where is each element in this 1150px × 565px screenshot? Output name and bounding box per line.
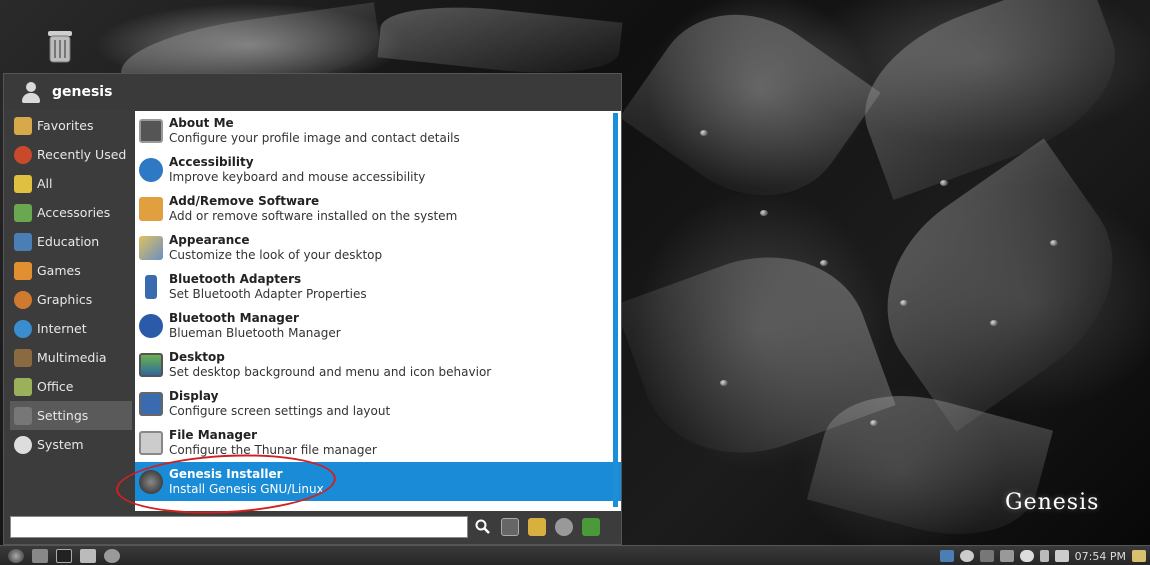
update-icon[interactable] bbox=[999, 550, 1014, 562]
app-appearance[interactable]: Appearance Customize the look of your des… bbox=[135, 228, 621, 267]
appearance-icon bbox=[139, 235, 163, 260]
category-all[interactable]: All bbox=[10, 169, 132, 198]
file-manager-icon[interactable] bbox=[32, 548, 48, 563]
gear-icon bbox=[14, 435, 32, 454]
category-recently-used[interactable]: Recently Used bbox=[10, 140, 132, 169]
category-settings[interactable]: Settings bbox=[10, 401, 132, 430]
terminal-icon[interactable] bbox=[56, 548, 72, 563]
user-card-icon bbox=[139, 118, 163, 143]
keyboard-icon[interactable] bbox=[979, 550, 994, 562]
display-icon bbox=[139, 391, 163, 416]
app-about-me[interactable]: About Me Configure your profile image and… bbox=[135, 111, 621, 150]
settings-icon bbox=[14, 406, 32, 425]
globe-icon bbox=[14, 319, 32, 338]
category-accessories[interactable]: Accessories bbox=[10, 198, 132, 227]
user-icon bbox=[20, 81, 42, 103]
accessibility-icon bbox=[139, 157, 163, 182]
volume-icon[interactable] bbox=[1054, 550, 1069, 562]
multimedia-icon bbox=[14, 348, 32, 367]
switch-user-icon[interactable] bbox=[555, 518, 573, 536]
app-accessibility[interactable]: Accessibility Improve keyboard and mouse … bbox=[135, 150, 621, 189]
application-list: About Me Configure your profile image and… bbox=[135, 111, 621, 511]
bluetooth-icon bbox=[139, 313, 163, 338]
application-menu: genesis Favorites Recently Used All Acce… bbox=[3, 73, 622, 545]
search-icon[interactable] bbox=[474, 518, 492, 536]
installer-icon bbox=[139, 469, 163, 494]
web-browser-icon[interactable] bbox=[104, 548, 120, 563]
username: genesis bbox=[52, 84, 113, 100]
games-icon bbox=[14, 261, 32, 280]
all-apps-icon bbox=[14, 174, 32, 193]
settings-manager-icon[interactable] bbox=[501, 518, 519, 536]
file-manager-icon bbox=[139, 430, 163, 455]
battery-icon[interactable] bbox=[1039, 550, 1049, 562]
app-list-scrollbar[interactable] bbox=[613, 113, 618, 507]
network-icon[interactable] bbox=[939, 550, 954, 562]
package-icon bbox=[139, 196, 163, 221]
lock-screen-icon[interactable] bbox=[528, 518, 546, 536]
app-desktop[interactable]: Desktop Set desktop background and menu a… bbox=[135, 345, 621, 384]
bluetooth-adapter-icon bbox=[145, 274, 157, 299]
graphics-icon bbox=[14, 290, 32, 309]
folder-star-icon bbox=[14, 116, 32, 135]
office-icon bbox=[14, 377, 32, 396]
search-input[interactable] bbox=[10, 516, 468, 538]
logout-icon[interactable] bbox=[582, 518, 600, 536]
clock[interactable]: 07:54 PM bbox=[1075, 550, 1126, 563]
category-list: Favorites Recently Used All Accessories … bbox=[10, 111, 132, 459]
app-genesis-installer[interactable]: Genesis Installer Install Genesis GNU/Lin… bbox=[135, 462, 621, 501]
bluetooth-tray-icon[interactable] bbox=[959, 550, 974, 562]
menu-launcher-icon[interactable] bbox=[8, 548, 24, 563]
menu-user-header: genesis bbox=[4, 74, 621, 110]
clock-icon bbox=[14, 145, 32, 164]
category-games[interactable]: Games bbox=[10, 256, 132, 285]
show-desktop-icon[interactable] bbox=[1132, 550, 1146, 562]
app-display[interactable]: Display Configure screen settings and lay… bbox=[135, 384, 621, 423]
category-favorites[interactable]: Favorites bbox=[10, 111, 132, 140]
genesis-logo: Genesis bbox=[1005, 490, 1100, 515]
menu-search-row bbox=[10, 512, 619, 542]
category-system[interactable]: System bbox=[10, 430, 132, 459]
desktop-icon bbox=[139, 352, 163, 377]
category-graphics[interactable]: Graphics bbox=[10, 285, 132, 314]
app-bluetooth-manager[interactable]: Bluetooth Manager Blueman Bluetooth Manag… bbox=[135, 306, 621, 345]
category-education[interactable]: Education bbox=[10, 227, 132, 256]
education-icon bbox=[14, 232, 32, 251]
system-tray: 07:54 PM bbox=[934, 546, 1146, 565]
trash-icon[interactable] bbox=[42, 26, 78, 64]
app-add-remove-software[interactable]: Add/Remove Software Add or remove softwar… bbox=[135, 189, 621, 228]
category-multimedia[interactable]: Multimedia bbox=[10, 343, 132, 372]
power-icon[interactable] bbox=[1019, 550, 1034, 562]
text-editor-icon[interactable] bbox=[80, 548, 96, 563]
app-bluetooth-adapters[interactable]: Bluetooth Adapters Set Bluetooth Adapter … bbox=[135, 267, 621, 306]
accessories-icon bbox=[14, 203, 32, 222]
taskbar: 07:54 PM bbox=[0, 545, 1150, 565]
category-office[interactable]: Office bbox=[10, 372, 132, 401]
category-internet[interactable]: Internet bbox=[10, 314, 132, 343]
app-file-manager[interactable]: File Manager Configure the Thunar file ma… bbox=[135, 423, 621, 462]
